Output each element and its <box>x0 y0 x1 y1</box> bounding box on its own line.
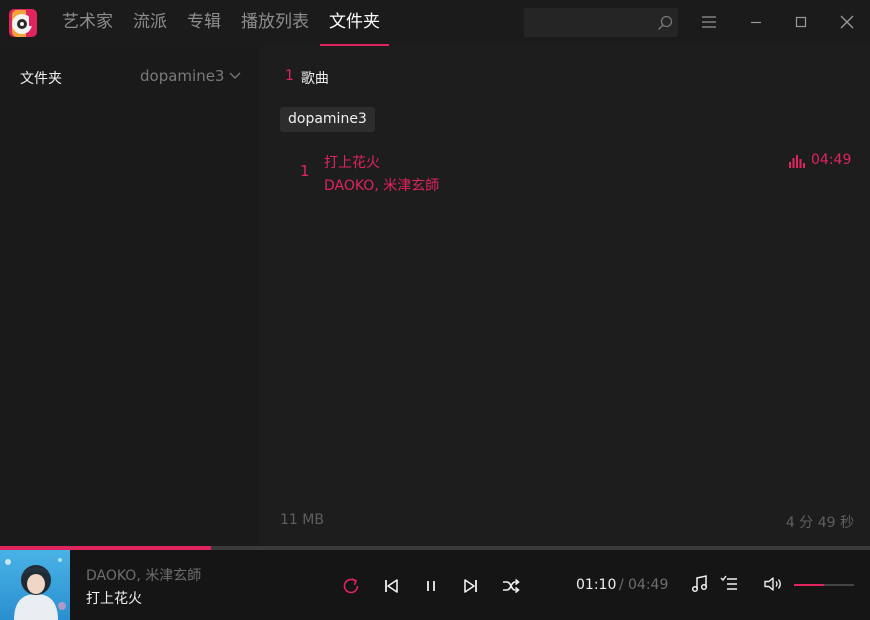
folder-select-value: dopamine3 <box>140 67 225 85</box>
shuffle-icon[interactable] <box>500 575 522 597</box>
playlist-icon[interactable] <box>718 573 740 595</box>
song-count-label: 歌曲 <box>300 71 329 87</box>
menu-icon[interactable] <box>698 11 720 33</box>
tab-genres[interactable]: 流派 <box>123 0 177 46</box>
now-playing-title: 打上花火 <box>86 591 142 607</box>
total-time: 04:49 <box>628 577 669 593</box>
time-separator: / <box>619 577 624 593</box>
song-title: 打上花火 <box>324 155 380 171</box>
song-artist: DAOKO, 米津玄師 <box>324 178 440 194</box>
total-duration: 4 分 49 秒 <box>785 515 854 531</box>
album-cover[interactable] <box>0 550 70 620</box>
search-icon[interactable] <box>656 14 674 32</box>
search-input[interactable] <box>524 8 652 37</box>
app-logo-icon <box>9 9 37 37</box>
volume-slider-fill <box>794 584 824 586</box>
volume-icon[interactable] <box>762 573 784 595</box>
song-count: 1 歌曲 <box>285 68 329 88</box>
current-time: 01:10 <box>576 577 617 593</box>
now-playing-icon <box>789 155 805 168</box>
sidebar: 文件夹 dopamine3 <box>0 46 259 546</box>
previous-track-icon[interactable] <box>380 575 402 597</box>
nav-tabs: 艺术家 流派 专辑 播放列表 文件夹 <box>52 0 390 46</box>
next-track-icon[interactable] <box>460 575 482 597</box>
maximize-icon[interactable] <box>790 11 812 33</box>
sidebar-title: 文件夹 <box>20 71 62 87</box>
chevron-down-icon <box>230 72 241 79</box>
song-duration: 04:49 <box>811 152 852 168</box>
song-row[interactable]: 1 打上花火 DAOKO, 米津玄師 04:49 <box>280 146 855 198</box>
song-index: 1 <box>300 162 310 180</box>
pause-icon[interactable] <box>420 575 442 597</box>
song-count-number: 1 <box>285 68 294 84</box>
now-playing-artist: DAOKO, 米津玄師 <box>86 568 202 584</box>
tab-albums[interactable]: 专辑 <box>177 0 231 46</box>
total-size: 11 MB <box>280 512 324 528</box>
tab-playlists[interactable]: 播放列表 <box>231 0 319 46</box>
search-box <box>524 8 678 37</box>
minimize-icon[interactable] <box>745 11 767 33</box>
tab-artists[interactable]: 艺术家 <box>52 0 123 46</box>
repeat-icon[interactable] <box>340 575 362 597</box>
tab-folders[interactable]: 文件夹 <box>319 0 390 46</box>
title-bar: 艺术家 流派 专辑 播放列表 文件夹 <box>0 0 870 46</box>
close-icon[interactable] <box>836 11 858 33</box>
music-note-icon[interactable] <box>689 573 711 595</box>
folder-chip[interactable]: dopamine3 <box>280 107 375 132</box>
volume-slider[interactable] <box>794 584 854 586</box>
main-panel: 1 歌曲 dopamine3 1 打上花火 DAOKO, 米津玄師 04:49 … <box>259 46 870 546</box>
folder-select[interactable]: dopamine3 <box>140 67 242 85</box>
player-bar: DAOKO, 米津玄師 打上花火 01:10 / 04:49 <box>0 550 870 620</box>
album-cover-image <box>0 550 70 620</box>
